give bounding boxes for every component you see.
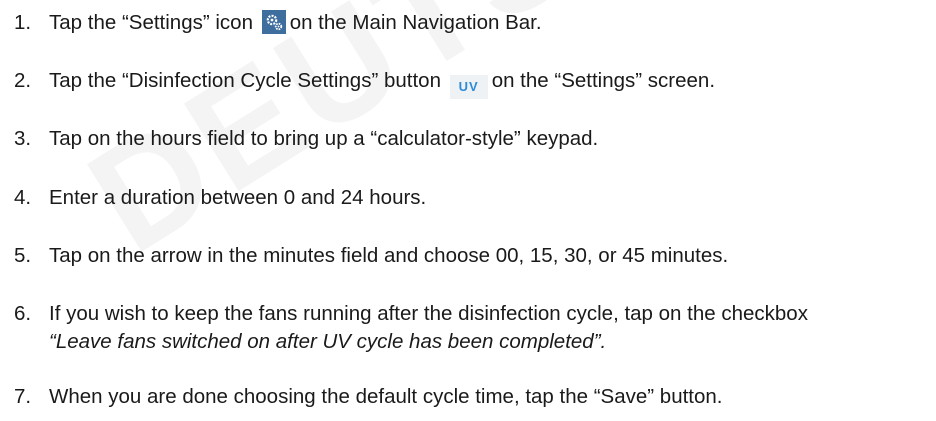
step-number: 4.: [14, 186, 32, 209]
step-1: 1. Tap the “Settings” icon on the Main Na…: [14, 10, 936, 36]
step-6: 6. If you wish to keep the fans running a…: [14, 301, 936, 353]
step-3: 3. Tap on the hours field to bring up a “…: [14, 126, 936, 152]
step-number: 5.: [14, 244, 32, 267]
step-text: Tap the “Disinfection Cycle Settings” bu…: [49, 69, 441, 92]
step-number: 7.: [14, 385, 32, 408]
step-text: Tap the “Settings” icon: [49, 11, 253, 34]
step-number: 2.: [14, 69, 32, 92]
step-text: Tap on the arrow in the minutes field an…: [49, 244, 729, 267]
step-2: 2. Tap the “Disinfection Cycle Settings” …: [14, 68, 936, 99]
step-4: 4. Enter a duration between 0 and 24 hour…: [14, 185, 936, 211]
step-text-after: on the “Settings” screen.: [491, 69, 716, 92]
step-5: 5. Tap on the arrow in the minutes field …: [14, 243, 936, 269]
step-text: When you are done choosing the default c…: [49, 385, 723, 408]
step-text: Enter a duration between 0 and 24 hours.: [49, 186, 427, 209]
step-7: 7. When you are done choosing the default…: [14, 384, 936, 410]
step-text-after: on the Main Navigation Bar.: [289, 11, 542, 34]
gears-icon: [261, 10, 286, 34]
uv-settings-button-icon: UV: [449, 75, 488, 99]
step-text: If you wish to keep the fans running aft…: [49, 302, 808, 325]
step-text: Tap on the hours field to bring up a “ca…: [49, 127, 599, 150]
step-number: 1.: [14, 11, 32, 34]
step-number: 6.: [14, 302, 32, 325]
step-italic-text: “Leave fans switched on after UV cycle h…: [49, 330, 607, 353]
step-number: 3.: [14, 127, 32, 150]
